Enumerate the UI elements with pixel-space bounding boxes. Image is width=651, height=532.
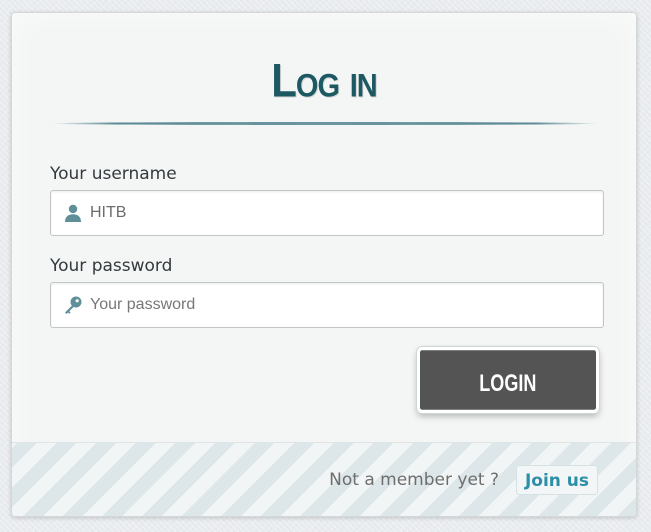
username-input[interactable] bbox=[90, 191, 590, 235]
password-label: Your password bbox=[50, 256, 173, 276]
footer-bar: Not a member yet ? Join us bbox=[12, 442, 636, 516]
login-button-label: LOGIN bbox=[479, 369, 537, 397]
login-card: Log in Your username Your password LOGIN… bbox=[11, 12, 637, 517]
login-button[interactable]: LOGIN bbox=[417, 347, 599, 413]
password-input[interactable] bbox=[90, 283, 590, 327]
user-icon bbox=[63, 203, 83, 223]
username-field[interactable] bbox=[50, 190, 604, 236]
password-field[interactable] bbox=[50, 282, 604, 328]
username-label: Your username bbox=[50, 164, 177, 184]
key-icon bbox=[63, 295, 83, 315]
title-divider bbox=[50, 122, 600, 125]
join-us-link[interactable]: Join us bbox=[516, 465, 598, 495]
login-title: Log in bbox=[271, 53, 377, 107]
signup-prompt: Not a member yet ? bbox=[329, 470, 499, 490]
